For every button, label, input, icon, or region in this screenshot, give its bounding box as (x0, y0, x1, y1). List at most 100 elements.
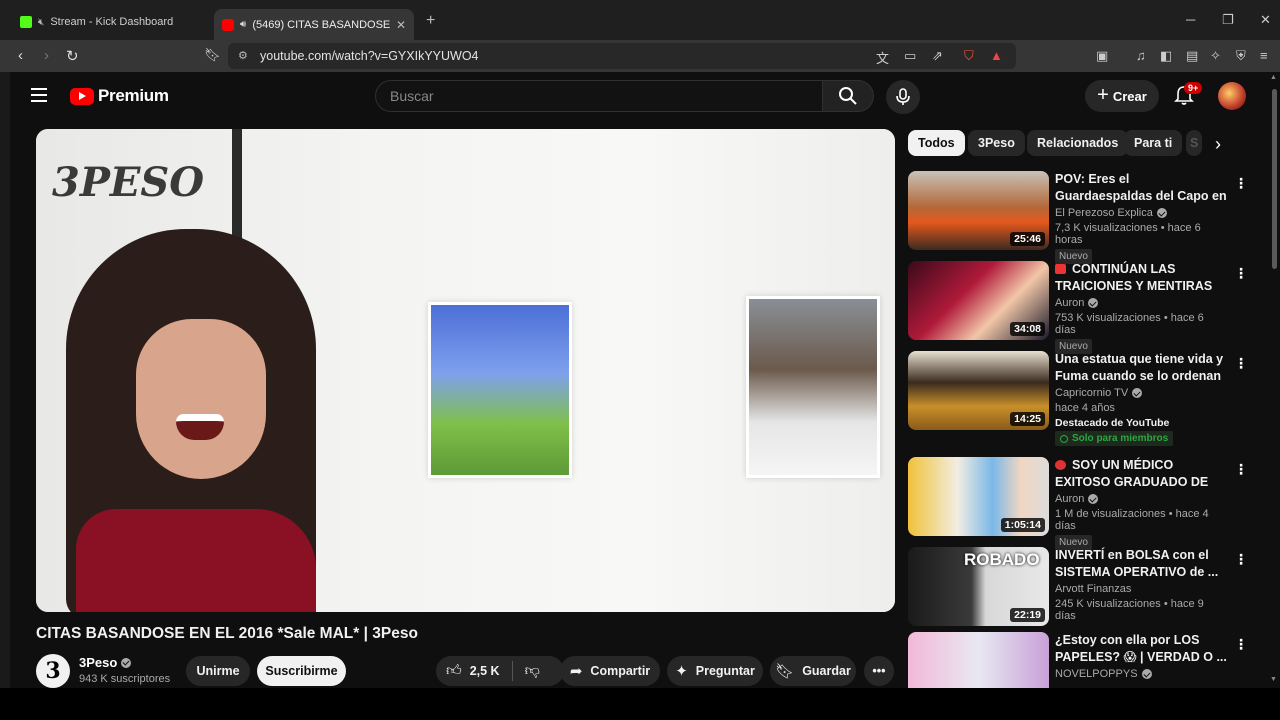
recommendation-channel-row: NOVELPOPPYS (1055, 668, 1227, 680)
cast-icon[interactable]: ▭ (904, 48, 916, 64)
search-placeholder: Buscar (390, 88, 434, 104)
join-button[interactable]: Unirme (186, 656, 250, 686)
more-vertical-icon[interactable]: ⋮ (1234, 461, 1248, 478)
recommendation-channel[interactable]: Capricornio TV (1055, 387, 1128, 399)
pill-emoji-icon (1055, 460, 1066, 470)
scroll-up-icon[interactable]: ▲ (1270, 74, 1277, 81)
chip-todos[interactable]: Todos (908, 130, 965, 156)
channel-avatar[interactable]: 3 (36, 654, 70, 688)
muted-speaker-icon: 🔇︎ (38, 16, 45, 28)
close-tab-icon[interactable]: ✕ (396, 18, 406, 32)
dislike-icon[interactable]: 👎︎ (525, 662, 540, 680)
ask-button[interactable]: ✦ Preguntar (667, 656, 763, 686)
recommendation-title: CONTINÚAN LAS TRAICIONES Y MENTIRAS EN..… (1055, 262, 1213, 293)
video-thumbnail[interactable]: ROBADO 22:19 (908, 547, 1049, 626)
recommendation-item[interactable]: ROBADO 22:19 INVERTÍ en BOLSA con el SIS… (908, 547, 1248, 631)
new-tab-icon[interactable]: + (426, 12, 435, 30)
more-actions-button[interactable]: ••• (864, 656, 894, 686)
recommendation-title-row[interactable]: SOY UN MÉDICO EXITOSO GRADUADO DE HARVAR… (1055, 457, 1227, 491)
recommendation-title-row[interactable]: CONTINÚAN LAS TRAICIONES Y MENTIRAS EN..… (1055, 261, 1227, 295)
save-button[interactable]: 🔖︎ Guardar (770, 656, 856, 686)
browser-toolbar: ‹ › ↻ 🔖︎ ⚙︎ youtube.com/watch?v=GYXIkYYU… (0, 40, 1280, 72)
recommendation-views: 7,3 K visualizaciones • hace 6 horas (1055, 222, 1201, 246)
more-vertical-icon[interactable]: ⋮ (1234, 636, 1248, 653)
recommendation-channel[interactable]: Auron (1055, 297, 1084, 309)
media-icon[interactable]: ♫ (1136, 48, 1146, 63)
forward-icon[interactable]: › (44, 47, 49, 64)
share-button[interactable]: ➦ Compartir (560, 656, 660, 686)
reload-icon[interactable]: ↻ (66, 47, 79, 65)
video-thumbnail[interactable]: 14:25 (908, 351, 1049, 430)
tab-youtube-video[interactable]: 🔊︎ (5469) CITAS BASANDOSE EN ✕ (214, 9, 414, 40)
recommendation-item[interactable]: ¿Estoy con ella por LOS PAPELES? 😱 | VER… (908, 632, 1248, 688)
recommendation-title[interactable]: POV: Eres el Guardaespaldas del Capo en … (1055, 171, 1227, 205)
create-button[interactable]: + Crear (1085, 80, 1159, 112)
close-window-icon[interactable]: ✕ (1260, 12, 1271, 28)
scroll-down-icon[interactable]: ▼ (1270, 676, 1277, 683)
verified-icon (1088, 494, 1099, 504)
more-horizontal-icon: ••• (872, 664, 886, 678)
guide-menu-icon[interactable] (31, 88, 47, 102)
chip-partial[interactable]: S (1186, 130, 1202, 156)
leo-ai-icon[interactable]: ✧ (1210, 48, 1221, 64)
chip-3peso[interactable]: 3Peso (968, 130, 1025, 156)
tab-kick-dashboard[interactable]: 🔇︎ Stream - Kick Dashboard (12, 9, 208, 35)
back-icon[interactable]: ‹ (18, 47, 23, 64)
search-input[interactable]: Buscar (375, 80, 823, 112)
save-label: Guardar (802, 664, 851, 678)
recommendation-item[interactable]: 14:25 Una estatua que tiene vida y Fuma … (908, 351, 1248, 451)
bookmark-icon[interactable]: 🔖︎ (204, 47, 221, 63)
recommendation-item[interactable]: 34:08 CONTINÚAN LAS TRAICIONES Y MENTIRA… (908, 261, 1248, 354)
more-vertical-icon[interactable]: ⋮ (1234, 175, 1248, 192)
address-bar[interactable]: ⚙︎ youtube.com/watch?v=GYXIkYYUWO4 文 ▭ ⇗… (228, 43, 1016, 69)
recommendation-channel[interactable]: Arvott Finanzas (1055, 583, 1131, 595)
recommendation-channel-row: Arvott Finanzas (1055, 583, 1227, 595)
like-count[interactable]: 2,5 K (470, 664, 500, 678)
recommendation-item[interactable]: 1:05:14 SOY UN MÉDICO EXITOSO GRADUADO D… (908, 457, 1248, 550)
video-thumbnail[interactable]: 34:08 (908, 261, 1049, 340)
video-thumbnail[interactable] (908, 632, 1049, 688)
restore-icon[interactable]: ❐ (1222, 12, 1234, 28)
scrollbar-thumb[interactable] (1272, 89, 1277, 269)
speaker-icon[interactable]: 🔊︎ (240, 19, 246, 30)
brave-rewards-icon[interactable]: ▲ (990, 48, 1003, 63)
members-icon (1060, 434, 1068, 443)
chip-relacionados[interactable]: Relacionados (1027, 130, 1129, 156)
sidebar-icon[interactable]: ▣ (1096, 48, 1108, 64)
recommendation-channel[interactable]: NOVELPOPPYS (1055, 668, 1138, 680)
recommendation-title[interactable]: ¿Estoy con ella por LOS PAPELES? 😱 | VER… (1055, 632, 1227, 666)
chip-para-ti[interactable]: Para ti (1124, 130, 1183, 156)
recommendation-channel[interactable]: Auron (1055, 493, 1084, 505)
video-player[interactable]: 3PESO (36, 129, 895, 612)
share-icon[interactable]: ⇗ (932, 48, 943, 64)
youtube-premium-logo[interactable]: Premium (70, 86, 169, 106)
translate-icon[interactable]: 文 (876, 48, 889, 67)
video-thumbnail[interactable]: 25:46 (908, 171, 1049, 250)
brave-shield-icon[interactable]: ⛉ (964, 48, 974, 64)
split-view-icon[interactable]: ◧ (1160, 48, 1172, 64)
chevron-right-icon[interactable]: › (1215, 134, 1221, 155)
channel-name-row[interactable]: 3Peso (79, 655, 132, 670)
channel-name[interactable]: 3Peso (79, 655, 117, 670)
video-person-body (76, 509, 316, 612)
subscribe-button[interactable]: Suscribirme (257, 656, 346, 686)
account-avatar[interactable] (1218, 82, 1246, 110)
recommendation-title[interactable]: INVERTÍ en BOLSA con el SISTEMA OPERATIV… (1055, 547, 1227, 581)
vpn-icon[interactable]: ⛨ (1236, 48, 1246, 64)
recommendation-channel-row: Auron (1055, 297, 1227, 309)
more-vertical-icon[interactable]: ⋮ (1234, 355, 1248, 372)
like-icon[interactable]: 👍︎ (446, 662, 462, 680)
recommendation-item[interactable]: 25:46 POV: Eres el Guardaespaldas del Ca… (908, 171, 1248, 264)
voice-search-button[interactable] (886, 80, 920, 114)
video-thumbnail[interactable]: 1:05:14 (908, 457, 1049, 536)
recommendation-channel[interactable]: El Perezoso Explica (1055, 207, 1153, 219)
more-vertical-icon[interactable]: ⋮ (1234, 265, 1248, 282)
search-icon (839, 87, 857, 105)
recommendation-title[interactable]: Una estatua que tiene vida y Fuma cuando… (1055, 351, 1227, 385)
menu-icon[interactable]: ≡ (1260, 48, 1268, 63)
site-info-icon[interactable]: ⚙︎ (238, 49, 248, 62)
search-button[interactable] (822, 80, 874, 112)
more-vertical-icon[interactable]: ⋮ (1234, 551, 1248, 568)
wallet-icon[interactable]: ▤ (1186, 48, 1198, 64)
minimize-icon[interactable]: ─ (1186, 12, 1195, 27)
